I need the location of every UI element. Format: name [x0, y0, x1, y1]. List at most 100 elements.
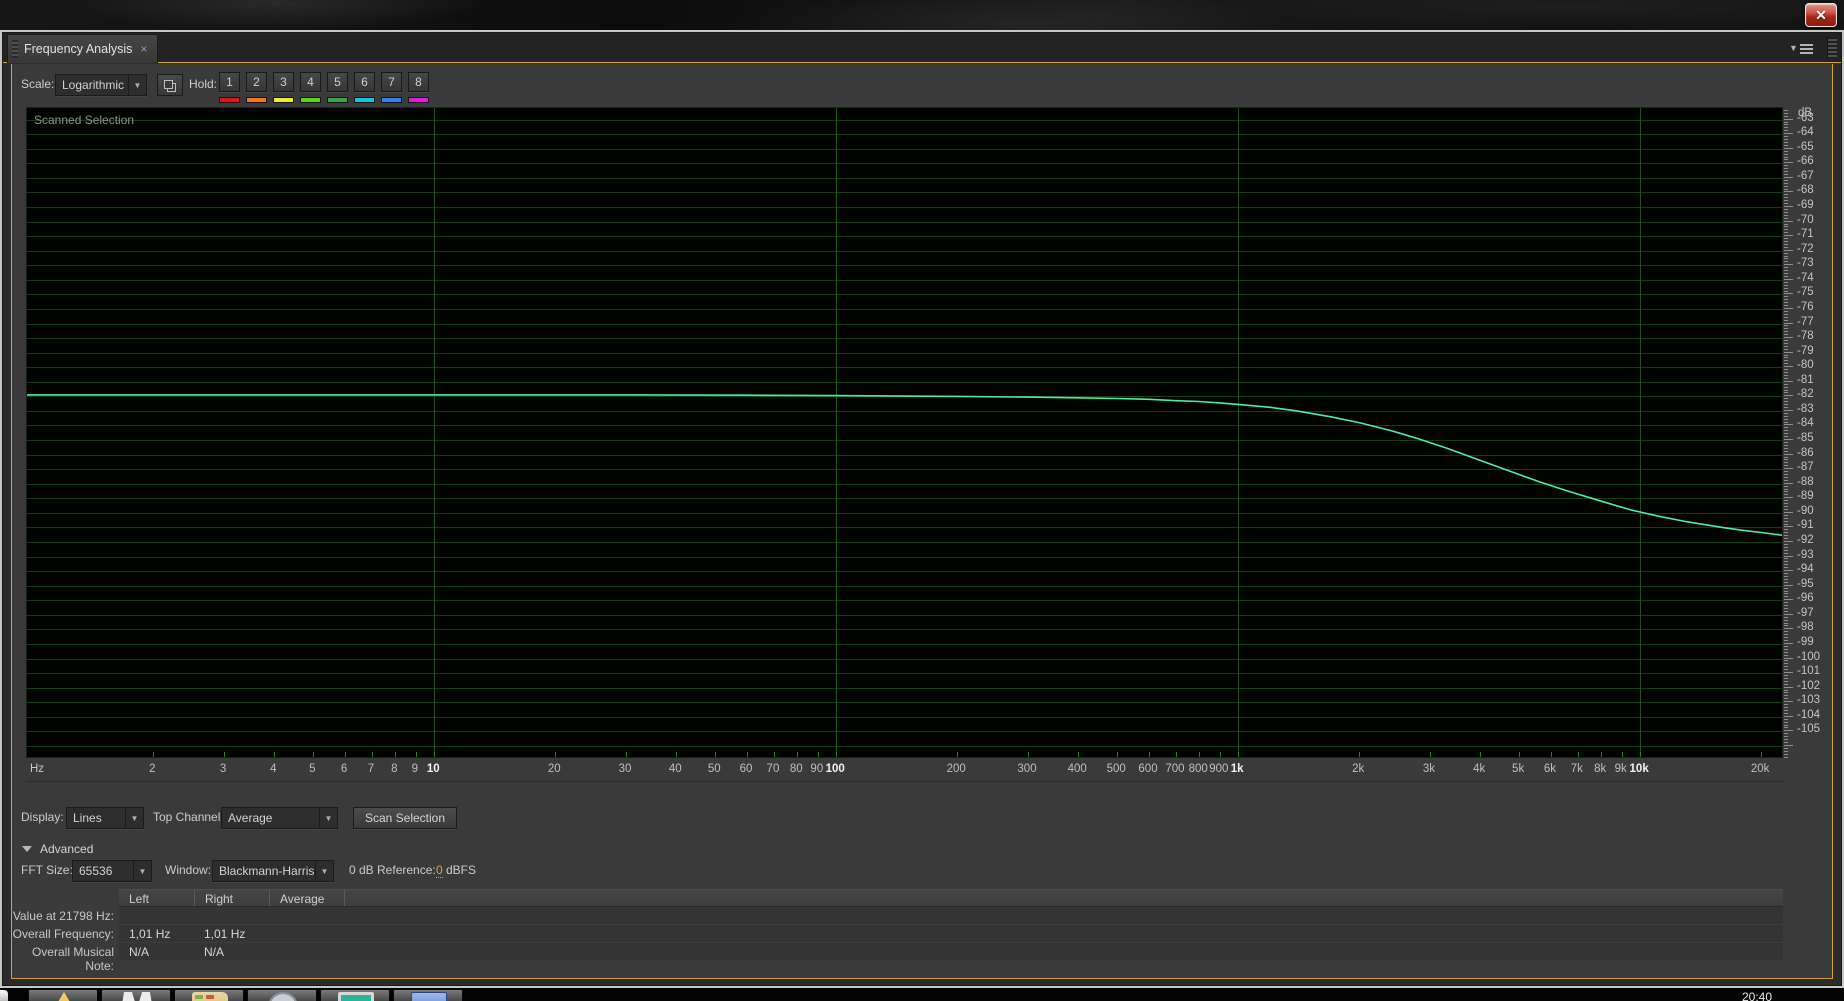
db-ruler-tick — [1784, 200, 1788, 202]
db-ruler-tick — [1784, 494, 1788, 496]
db-ruler-tick — [1784, 284, 1788, 286]
panel-grip-icon[interactable] — [1827, 37, 1837, 59]
db-ruler-tick — [1784, 724, 1788, 726]
db-ruler-tick — [1784, 707, 1788, 709]
hold-button-6[interactable]: 6 — [354, 72, 375, 92]
taskbar-app-app-triangle[interactable] — [28, 989, 98, 1001]
tab-grip-icon — [12, 40, 18, 58]
top-channel-dropdown[interactable]: Average ▼ — [221, 807, 338, 829]
db-ruler-tick — [1784, 491, 1788, 493]
frequency-plot[interactable]: Scanned Selection — [26, 107, 1783, 758]
db-tick-label: -89 — [1797, 490, 1814, 503]
chevron-down-icon: ▼ — [315, 861, 333, 881]
db-ruler-tick — [1784, 206, 1793, 208]
table-cell: 1,01 Hz — [129, 927, 171, 941]
db-ruler-tick — [1784, 290, 1788, 292]
freq-tick-label: 1k — [1230, 763, 1244, 775]
taskbar-app-folder[interactable] — [174, 989, 244, 1001]
db-ruler-tick — [1784, 238, 1788, 240]
db-ruler-tick — [1784, 605, 1788, 607]
start-button-edge[interactable] — [0, 990, 8, 1001]
hold-button-7[interactable]: 7 — [381, 72, 402, 92]
scale-dropdown[interactable]: Logarithmic ▼ — [55, 74, 147, 96]
db-ruler-tick — [1784, 176, 1793, 178]
db-ruler-tick — [1784, 683, 1788, 685]
table-row-background — [119, 943, 1783, 961]
hold-button-8[interactable]: 8 — [408, 72, 429, 92]
window-close-button[interactable]: ✕ — [1805, 3, 1837, 27]
db-ruler-tick — [1784, 249, 1793, 251]
tab-frequency-analysis[interactable]: Frequency Analysis × — [7, 34, 159, 63]
hold-button-3[interactable]: 3 — [273, 72, 294, 92]
table-row-background — [119, 925, 1783, 943]
toolbar: Scale: Logarithmic ▼ Hold: 12345678 — [12, 64, 1832, 107]
chevron-down-icon: ▼ — [1789, 43, 1798, 53]
taskbar-app-app-m[interactable] — [101, 989, 171, 1001]
db-ruler-tick — [1784, 325, 1788, 327]
frequency-analysis-panel: Scale: Logarithmic ▼ Hold: 12345678 Scan… — [11, 64, 1833, 979]
frequency-axis[interactable]: Hz 2 3 4 5 6 7 8 9 10 20 30 40 50 60 70 80 90 100 200 300 40… — [26, 758, 1783, 782]
db-ruler-tick — [1784, 316, 1788, 318]
chevron-down-icon: ▼ — [319, 808, 337, 828]
db-ruler-tick — [1784, 296, 1788, 298]
db-ruler-tick — [1784, 141, 1788, 143]
db-ruler-tick — [1784, 648, 1788, 650]
db-scale-ruler[interactable]: dB -63 -64 -65 -66 -67 -68 -69 -70 -71 -72 -73 -74-… — [1784, 107, 1832, 758]
db-tick-label: -76 — [1797, 300, 1814, 313]
db-ruler-tick — [1784, 267, 1788, 269]
hold-button-5[interactable]: 5 — [327, 72, 348, 92]
panel-menu-icon[interactable]: ▼ — [1789, 41, 1813, 55]
db-ruler-tick — [1784, 616, 1788, 618]
taskbar-app-monitor-teal[interactable] — [320, 989, 390, 1001]
display-dropdown[interactable]: Lines ▼ — [66, 807, 144, 829]
advanced-section-header[interactable]: Advanced — [12, 841, 1832, 857]
db-ruler-tick — [1784, 453, 1793, 455]
taskbar-app-window-blue[interactable] — [393, 989, 463, 1001]
db-ruler-tick — [1784, 471, 1788, 473]
freq-tick-label: 10 — [426, 763, 440, 775]
db-ruler-tick — [1784, 657, 1793, 659]
db-ruler-tick — [1784, 433, 1788, 435]
db-ruler-tick — [1784, 194, 1788, 196]
db-ruler-tick — [1784, 118, 1793, 120]
db-ruler-tick — [1784, 497, 1793, 499]
hold-button-1[interactable]: 1 — [219, 72, 240, 92]
column-header-spacer — [344, 890, 1783, 906]
db-ruler-tick — [1784, 718, 1788, 720]
tab-close-icon[interactable]: × — [140, 42, 147, 56]
taskbar-app-disc[interactable] — [247, 989, 317, 1001]
scan-selection-button[interactable]: Scan Selection — [353, 807, 457, 829]
freq-tick-label: 2k — [1352, 763, 1365, 775]
db-ruler-tick — [1784, 450, 1788, 452]
scale-value: Logarithmic — [62, 78, 125, 92]
db-ruler-tick — [1784, 514, 1788, 516]
fft-size-dropdown[interactable]: 65536 ▼ — [72, 860, 152, 882]
hold-color-swatch-4 — [300, 97, 321, 103]
reference-label: 0 dB Reference: — [349, 863, 436, 877]
db-ruler-tick — [1784, 526, 1793, 528]
snapshot-button[interactable] — [157, 74, 183, 96]
db-ruler-tick — [1784, 587, 1788, 589]
db-tick-label: -100 — [1797, 650, 1821, 663]
frequency-unit-label: Hz — [30, 763, 45, 775]
column-header-average: Average — [269, 890, 344, 906]
db-ruler-tick — [1784, 401, 1788, 403]
taskbar: 20:40 — [0, 988, 1844, 1001]
freq-tick-label: 200 — [946, 763, 966, 775]
db-ruler-tick — [1784, 541, 1793, 542]
db-ruler-tick — [1784, 223, 1788, 225]
taskbar-clock[interactable]: 20:40 — [1742, 990, 1772, 1001]
db-ruler-tick — [1784, 398, 1788, 400]
chevron-down-icon: ▼ — [133, 861, 151, 881]
hold-button-2[interactable]: 2 — [246, 72, 267, 92]
db-ruler-tick — [1784, 532, 1788, 534]
db-ruler-tick — [1784, 404, 1788, 406]
db-tick-label: -97 — [1797, 606, 1814, 619]
freq-tick-label: 3k — [1422, 763, 1436, 775]
hold-button-4[interactable]: 4 — [300, 72, 321, 92]
db-ruler-tick — [1784, 430, 1788, 432]
db-ruler-tick — [1784, 640, 1788, 642]
reference-value[interactable]: 0 — [436, 863, 443, 878]
window-dropdown[interactable]: Blackmann-Harris ▼ — [212, 860, 334, 882]
db-ruler-tick — [1784, 395, 1793, 397]
